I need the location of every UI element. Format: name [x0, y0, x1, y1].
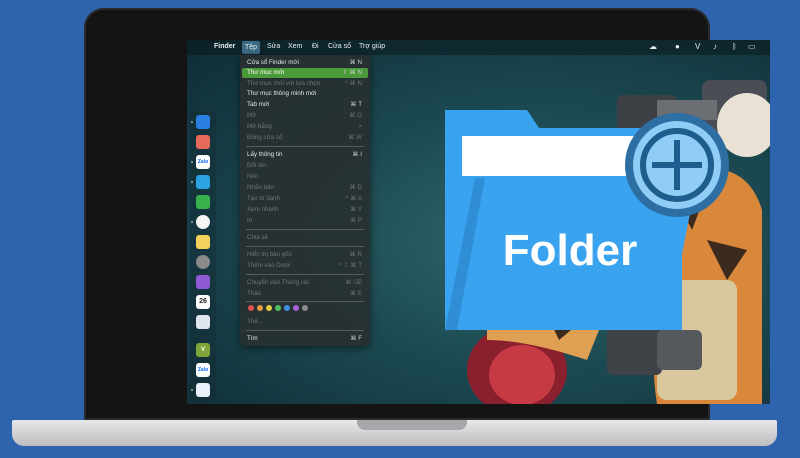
battery-icon[interactable]: ▭ [748, 42, 756, 51]
menu-view[interactable]: Xem [288, 43, 302, 50]
tag-red-icon[interactable] [248, 305, 254, 311]
menu-item-new-smart-folder[interactable]: Thư mục thông minh mới [242, 89, 368, 99]
tag-colors [248, 305, 311, 313]
menu-item-quick-look[interactable]: Xem nhanh ⌘ Y [242, 205, 368, 215]
dock-v-app-icon[interactable]: V [196, 343, 210, 357]
file-menu-dropdown: Cửa sổ Finder mới ⌘ N Thư mục mới ⇧ ⌘ N Th… [240, 55, 370, 346]
dock-zalo-2-icon[interactable]: Zalo [196, 363, 210, 377]
menu-separator [246, 301, 364, 302]
menu-item-open[interactable]: Mở ⌘ O [242, 111, 368, 121]
menu-item-new-finder-window[interactable]: Cửa sổ Finder mới ⌘ N [242, 58, 368, 68]
menu-item-show-original[interactable]: Hiển thị bản gốc ⌘ R [242, 250, 368, 260]
menu-separator [246, 229, 364, 230]
folder-text: Folder [503, 226, 637, 275]
menu-go[interactable]: Đi [312, 43, 319, 50]
tag-yellow-icon[interactable] [266, 305, 272, 311]
creative-cloud-icon[interactable]: ☁ [649, 42, 657, 51]
tag-gray-icon[interactable] [302, 305, 308, 311]
menu-item-duplicate[interactable]: Nhân bản ⌘ D [242, 183, 368, 193]
menu-item-find[interactable]: Tìm ⌘ F [242, 334, 368, 344]
dock-finder-icon[interactable] [196, 115, 210, 129]
desktop-screen: Folder Finder Tệp Sửa Xem Đi Cửa sổ Trợ … [187, 40, 770, 404]
menu-separator [246, 146, 364, 147]
tag-orange-icon[interactable] [257, 305, 263, 311]
menu-item-new-folder[interactable]: Thư mục mới ⇧ ⌘ N [242, 68, 368, 78]
tag-blue-icon[interactable] [284, 305, 290, 311]
menu-item-tags[interactable]: Thẻ... [242, 317, 368, 327]
menu-finder[interactable]: Finder [214, 43, 235, 50]
menu-item-get-info[interactable]: Lấy thông tin ⌘ I [242, 150, 368, 160]
menu-item-new-tab[interactable]: Tab mới ⌘ T [242, 100, 368, 110]
dock-calendar-icon[interactable]: 26 [196, 295, 210, 309]
menu-edit[interactable]: Sửa [267, 43, 280, 50]
tag-green-icon[interactable] [275, 305, 281, 311]
menu-item-new-folder-with-selection[interactable]: Thư mục mới với lựa chọn ^ ⌘ N [242, 79, 368, 89]
dock-app-2-icon[interactable] [196, 383, 210, 397]
menu-separator [246, 246, 364, 247]
dock-running-indicator [191, 389, 193, 391]
dock-running-indicator [191, 181, 193, 183]
menu-item-make-alias[interactable]: Tạo bí danh ^ ⌘ A [242, 194, 368, 204]
menu-item-close-window[interactable]: Đóng cửa sổ ⌘ W [242, 133, 368, 143]
dock-running-indicator [191, 121, 193, 123]
dock-telegram-icon[interactable] [196, 175, 210, 189]
dock-zalo-icon[interactable]: Zalo [196, 155, 210, 169]
bluetooth-icon[interactable]: ᛒ [732, 42, 737, 51]
menu-help[interactable]: Trợ giúp [359, 43, 385, 50]
menu-item-add-to-dock[interactable]: Thêm vào Dock ^ ⇧ ⌘ T [242, 261, 368, 271]
menu-item-compress[interactable]: Nén [242, 172, 368, 182]
menu-window[interactable]: Cửa sổ [328, 43, 351, 50]
dock-running-indicator [191, 161, 193, 163]
menu-file[interactable]: Tệp [242, 41, 261, 54]
menu-item-move-to-trash[interactable]: Chuyển vào Thùng rác ⌘ ⌫ [242, 278, 368, 288]
record-icon[interactable]: ● [675, 42, 680, 51]
laptop-base [12, 420, 777, 446]
menu-separator [246, 274, 364, 275]
sound-icon[interactable]: ♪ [713, 42, 717, 51]
dock: Zalo 26 V Zalo [190, 111, 216, 401]
tag-purple-icon[interactable] [293, 305, 299, 311]
laptop-bezel: Folder Finder Tệp Sửa Xem Đi Cửa sổ Trợ … [84, 8, 770, 420]
laptop-base-notch [357, 420, 467, 430]
dock-messenger-icon[interactable] [196, 275, 210, 289]
dock-chrome-icon[interactable] [196, 215, 210, 229]
dock-notes-icon[interactable] [196, 235, 210, 249]
menu-item-eject[interactable]: Tháo ⌘ E [242, 289, 368, 299]
menu-item-share[interactable]: Chia sẻ [242, 233, 368, 243]
vpn-icon[interactable]: V [695, 42, 700, 51]
dock-running-indicator [191, 221, 193, 223]
menu-item-rename[interactable]: Đổi tên [242, 161, 368, 171]
dock-launchpad-icon[interactable] [196, 135, 210, 149]
menu-item-open-with[interactable]: Mở bằng > [242, 122, 368, 132]
dock-app-icon[interactable] [196, 195, 210, 209]
menu-bar: Finder Tệp Sửa Xem Đi Cửa sổ Trợ giúp ☁ … [187, 40, 770, 55]
menu-item-print[interactable]: In ⌘ P [242, 216, 368, 226]
menu-separator [246, 330, 364, 331]
dock-settings-icon[interactable] [196, 255, 210, 269]
dock-photo-app-icon[interactable] [196, 315, 210, 329]
plus-badge-icon [625, 113, 729, 217]
